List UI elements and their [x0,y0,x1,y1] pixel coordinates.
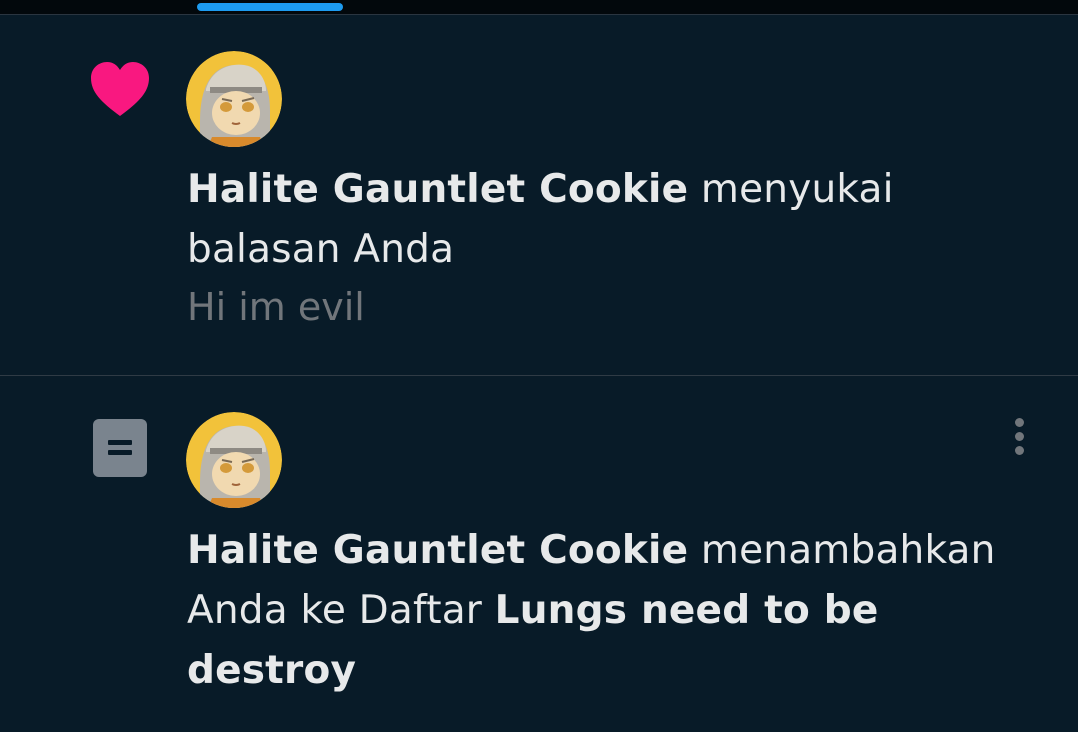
more-vertical-icon[interactable] [1009,416,1031,458]
notification-like[interactable]: Halite Gauntlet Cookie menyukai balasan … [0,15,1078,376]
heart-icon [91,62,149,116]
notifications-page: Halite Gauntlet Cookie menyukai balasan … [0,0,1078,732]
reply-snippet[interactable]: Hi im evil [187,285,365,329]
notification-text: Halite Gauntlet Cookie menyukai balasan … [187,160,1027,280]
actor-name[interactable]: Halite Gauntlet Cookie [187,167,688,212]
notification-list-add[interactable]: Halite Gauntlet Cookie menambahkan Anda … [0,376,1078,732]
avatar[interactable] [186,51,282,147]
notification-text: Halite Gauntlet Cookie menambahkan Anda … [187,521,1027,701]
top-tab-bar [0,0,1078,15]
active-tab-indicator [197,3,343,11]
actor-name[interactable]: Halite Gauntlet Cookie [187,528,688,573]
list-icon [93,419,147,477]
avatar[interactable] [186,412,282,508]
